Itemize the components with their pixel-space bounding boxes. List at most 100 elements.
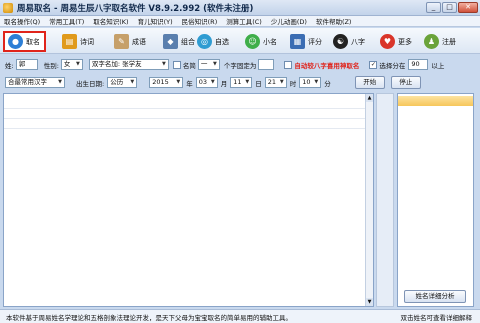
minimize-button[interactable]: _ <box>426 2 441 13</box>
chevron-down-icon: ▼ <box>130 79 135 85</box>
selected-row[interactable] <box>398 96 473 106</box>
day-select[interactable]: 11 ▼ <box>230 77 253 88</box>
toolbar-register-button[interactable]: ♟ 注册 <box>424 31 456 52</box>
double-char-select[interactable]: 双字名加: 张学友 ▼ <box>88 59 169 70</box>
pencil-icon: ✎ <box>114 34 129 49</box>
surname-input[interactable]: 郭 <box>15 59 38 70</box>
toolbar-poetry-button[interactable]: ▤ 诗词 <box>62 31 94 52</box>
close-button[interactable]: ✕ <box>458 2 478 13</box>
month-label: 月 <box>220 79 228 88</box>
heart-icon: ♥ <box>380 34 395 49</box>
menu-kids-animation[interactable]: 少儿动画(D) <box>271 16 307 26</box>
toolbar-naming-button[interactable]: ● 取名 <box>3 31 46 52</box>
toolbar-poetry-label: 诗词 <box>80 37 94 46</box>
status-bar: 本软件基于周易姓名学理论和五格剖象法理论开发，是天下父母为宝宝取名的简单易用的辅… <box>0 309 480 323</box>
menu-naming-knowledge[interactable]: 取名知识(K) <box>93 16 128 26</box>
naming-options-row: 姓: 郭 性别: 女 ▼ 双字名加: 张学友 ▼ 名简 一 ▼ 个字固定为 自动较八字… <box>0 57 480 72</box>
window-controls: _ □ ✕ <box>426 2 478 13</box>
charset-select[interactable]: 合最常用汉字 ▼ <box>5 77 65 88</box>
day-value: 11 <box>233 78 242 86</box>
magnifier-icon: ◎ <box>197 34 212 49</box>
hour-select[interactable]: 21 ▼ <box>264 77 287 88</box>
gender-value: 女 <box>63 60 71 68</box>
calendar-select[interactable]: 公历 ▼ <box>107 77 138 88</box>
name-detail-pane[interactable] <box>397 93 474 307</box>
grid-line <box>4 108 373 109</box>
toolbar-bazi-button[interactable]: ☯ 八字 <box>333 31 365 52</box>
window-title: 周易取名 - 周易生辰八字取名软件 V8.9.2.992 (软件未注册) <box>17 3 254 14</box>
grid-line <box>4 128 373 129</box>
score-filter-label: 选择分在 <box>379 61 406 70</box>
chevron-down-icon: ▼ <box>76 61 80 67</box>
scroll-up-icon[interactable]: ▲ <box>366 94 373 102</box>
birth-options-row: 合最常用汉字 ▼ 出生日期: 公历 ▼ 2015 ▼ 年 03 ▼ 月 11 ▼ 日 21… <box>0 75 480 90</box>
menu-parenting-knowledge[interactable]: 育儿知识(Y) <box>138 16 173 26</box>
toolbar: ● 取名 ▤ 诗词 ✎ 成语 ◆ 组合 ◎ 自选 ☺ 小名 ▦ 评分 ☯ 八字 … <box>0 28 480 54</box>
toolbar-register-label: 注册 <box>442 37 456 46</box>
year-select[interactable]: 2015 ▼ <box>149 77 184 88</box>
status-description: 本软件基于周易姓名学理论和五格剖象法理论开发，是天下父母为宝宝取名的简单易用的辅… <box>6 313 292 322</box>
toolbar-custom-button[interactable]: ◎ 自选 <box>197 31 229 52</box>
chevron-down-icon: ▼ <box>176 79 181 85</box>
start-button[interactable]: 开始 <box>354 76 385 89</box>
toolbar-more-label: 更多 <box>398 37 412 46</box>
status-hint: 双击姓名可查看详细解释 <box>400 313 473 322</box>
toolbar-nickname-label: 小名 <box>263 37 277 46</box>
birth-date-label: 出生日期: <box>76 79 105 88</box>
toolbar-idiom-button[interactable]: ✎ 成语 <box>114 31 146 52</box>
chevron-down-icon: ▼ <box>58 79 62 85</box>
menu-bar: 取名操作(Q) 常用工具(T) 取名知识(K) 育儿知识(Y) 民俗知识(R) … <box>0 16 480 27</box>
hour-value: 21 <box>267 78 276 86</box>
chevron-down-icon: ▼ <box>210 79 215 85</box>
title-bar: 周易取名 - 周易生辰八字取名软件 V8.9.2.992 (软件未注册) _ □… <box>0 0 480 16</box>
maximize-button[interactable]: □ <box>442 2 457 13</box>
year-value: 2015 <box>152 78 169 86</box>
fixed-char-label: 个字固定为 <box>223 61 257 70</box>
menu-common-tools[interactable]: 常用工具(T) <box>49 16 84 26</box>
chevron-down-icon: ▼ <box>245 79 250 85</box>
fixed-char-input[interactable] <box>258 59 275 70</box>
grid-line <box>4 118 373 119</box>
name-results-list[interactable]: ▲ ▼ <box>3 93 374 307</box>
results-scrollbar[interactable]: ▲ ▼ <box>365 94 373 306</box>
chevron-down-icon: ▼ <box>314 79 319 85</box>
ming-value: 一 <box>200 60 208 68</box>
stop-button[interactable]: 停止 <box>390 76 421 89</box>
menu-software-help[interactable]: 软件帮助(Z) <box>316 16 352 26</box>
menu-folk-knowledge[interactable]: 民俗知识(R) <box>182 16 218 26</box>
toolbar-score-button[interactable]: ▦ 评分 <box>290 31 322 52</box>
puzzle-icon: ◆ <box>163 34 178 49</box>
charset-value: 合最常用汉字 <box>8 78 47 86</box>
scroll-down-icon[interactable]: ▼ <box>366 298 373 306</box>
chevron-down-icon: ▼ <box>162 61 166 67</box>
auto-fortune-label: 自动较八字喜用神取名 <box>294 61 360 70</box>
hour-label: 时 <box>289 79 297 88</box>
surname-label: 姓: <box>5 61 14 70</box>
menu-naming-operation[interactable]: 取名操作(Q) <box>4 16 40 26</box>
toolbar-nickname-button[interactable]: ☺ 小名 <box>245 31 277 52</box>
chevron-down-icon: ▼ <box>279 79 284 85</box>
month-select[interactable]: 03 ▼ <box>195 77 218 88</box>
double-char-value: 双字名加: 张学友 <box>91 60 142 68</box>
gender-select[interactable]: 女 ▼ <box>60 59 83 70</box>
toolbar-more-button[interactable]: ♥ 更多 <box>380 31 412 52</box>
toolbar-score-label: 评分 <box>308 37 322 46</box>
globe-icon: ● <box>8 34 23 49</box>
minute-value: 10 <box>302 78 311 86</box>
toolbar-combine-button[interactable]: ◆ 组合 <box>163 31 195 52</box>
user-icon: ♟ <box>424 34 439 49</box>
menu-calculation-tools[interactable]: 测算工具(C) <box>226 16 262 26</box>
score-filter-input[interactable]: 90 <box>408 59 429 70</box>
ming-select[interactable]: 一 ▼ <box>197 59 220 70</box>
score-filter-checkbox[interactable]: ✓ <box>369 60 378 69</box>
minute-select[interactable]: 10 ▼ <box>299 77 322 88</box>
auto-fortune-checkbox[interactable] <box>284 60 293 69</box>
toolbar-idiom-label: 成语 <box>132 37 146 46</box>
gender-label: 性别: <box>43 61 59 70</box>
day-label: 日 <box>255 79 262 88</box>
score-filter-suffix: 以上 <box>431 61 445 70</box>
notebook-icon: ▦ <box>290 34 305 49</box>
name-analysis-button[interactable]: 姓名详细分析 <box>404 290 466 303</box>
toolbar-combine-label: 组合 <box>181 37 195 46</box>
ming-checkbox[interactable] <box>172 60 181 69</box>
